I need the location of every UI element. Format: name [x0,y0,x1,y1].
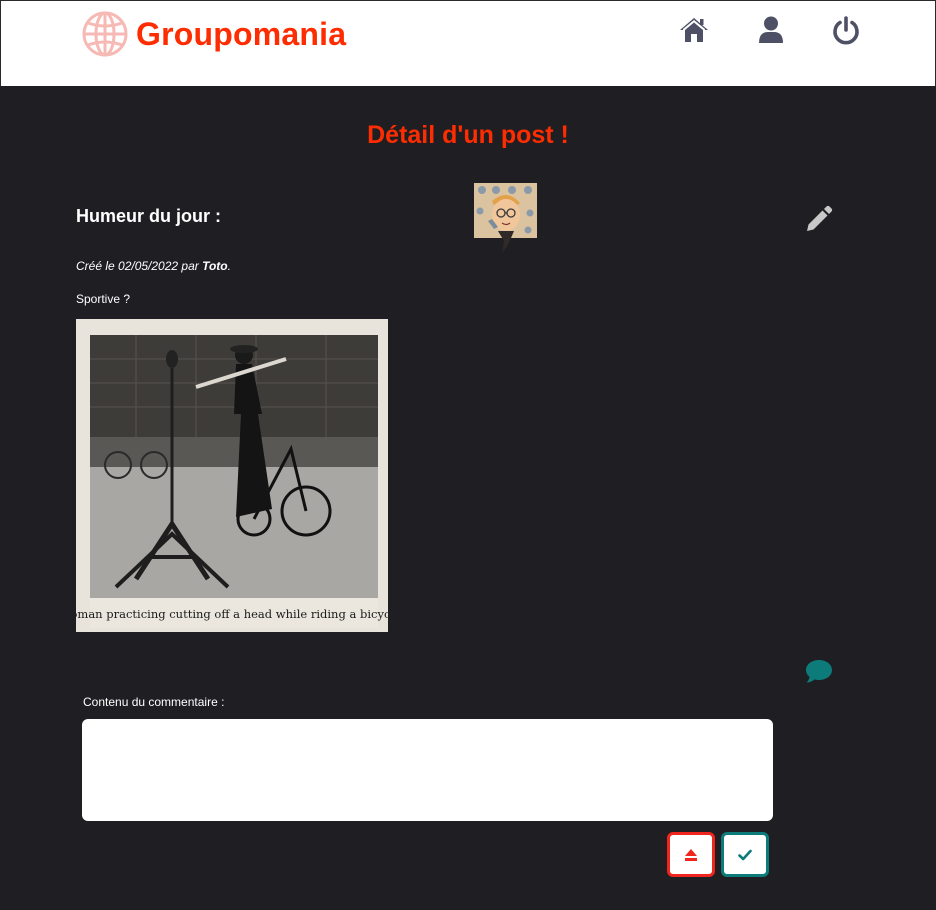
user-icon[interactable] [756,15,786,45]
power-icon[interactable] [831,15,861,45]
author-avatar [474,183,537,253]
brand-name: Groupomania [136,15,347,52]
brand-logo[interactable]: Groupomania [81,10,346,58]
comment-label: Contenu du commentaire : [83,695,225,709]
post-title: Humeur du jour : [76,206,221,226]
post-meta: Créé le 02/05/2022 par Toto. [76,259,231,273]
eject-icon [685,848,697,861]
post-author: Toto [202,259,228,273]
globe-icon [82,11,128,57]
comment-input[interactable] [82,719,773,821]
submit-comment-button[interactable] [721,832,769,877]
home-icon[interactable] [679,15,709,45]
created-date-text: Créé le 02/05/2022 par [76,259,203,273]
app-header: Groupomania [0,0,936,86]
image-caption: Woman practicing cutting off a head whil… [76,607,388,621]
post-image: Woman practicing cutting off a head whil… [76,319,388,632]
comment-icon[interactable] [805,658,833,684]
check-icon [738,849,752,860]
cancel-button[interactable] [667,832,715,877]
page-title: Détail d'un post ! [367,121,569,149]
pencil-icon[interactable] [805,205,833,233]
post-body: Sportive ? [76,292,131,306]
post-detail-page: Détail d'un post ! Humeur du jour : Créé… [0,86,936,910]
meta-suffix: . [227,259,231,273]
